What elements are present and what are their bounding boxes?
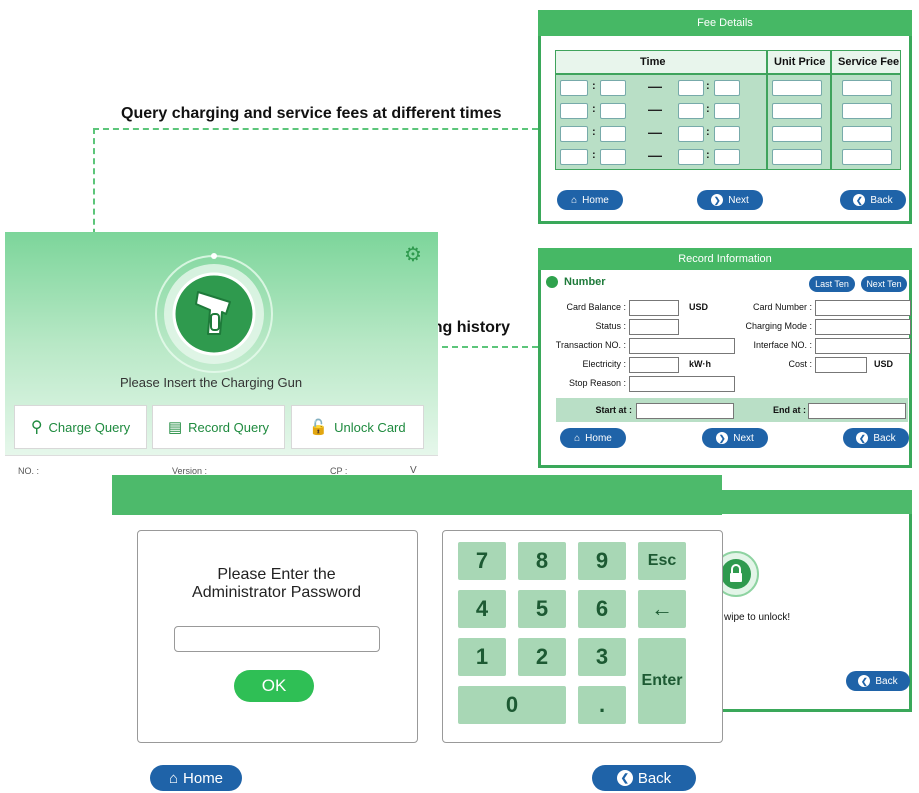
charging-mode-field[interactable]	[815, 319, 911, 335]
back-icon: ❮	[856, 432, 869, 444]
back-icon: ❮	[853, 194, 866, 206]
key-6[interactable]: 6	[578, 590, 626, 628]
history-icon: ▤	[167, 419, 183, 436]
charge-query-button[interactable]: ⚲ Charge Query	[14, 405, 147, 449]
status-field[interactable]	[629, 319, 679, 335]
end-min-input[interactable]	[714, 80, 740, 96]
fee-query-annotation: Query charging and service fees at diffe…	[121, 105, 502, 122]
key-8[interactable]: 8	[518, 542, 566, 580]
list-icon	[546, 276, 558, 288]
key-dot[interactable]: .	[578, 686, 626, 724]
password-home-button[interactable]: ⌂ Home	[150, 765, 242, 791]
key-9[interactable]: 9	[578, 542, 626, 580]
fee-next-button[interactable]: ❯ Next	[697, 190, 763, 210]
unlock-card-button[interactable]: 🔓 Unlock Card	[291, 405, 424, 449]
password-prompt-line1: Please Enter the	[217, 566, 336, 583]
gear-icon[interactable]: ⚙	[403, 245, 423, 265]
record-next-button[interactable]: ❯ Next	[702, 428, 768, 448]
electricity-label: Electricity :	[582, 359, 626, 369]
key-enter[interactable]: Enter	[638, 638, 686, 724]
key-2[interactable]: 2	[518, 638, 566, 676]
fee-home-button[interactable]: ⌂ Home	[557, 190, 623, 210]
transaction-no-label: Transaction NO. :	[555, 340, 626, 350]
last-ten-button[interactable]: Last Ten	[809, 276, 855, 292]
ok-button[interactable]: OK	[234, 670, 314, 702]
record-query-button[interactable]: ▤ Record Query	[152, 405, 285, 449]
stop-reason-field[interactable]	[629, 376, 735, 392]
password-back-button[interactable]: ❮ Back	[592, 765, 696, 791]
end-at-label: End at :	[773, 405, 806, 415]
password-header	[112, 475, 722, 515]
swipe-unlock-text: wipe to unlock!	[724, 612, 791, 623]
unit-price-input[interactable]	[772, 80, 822, 96]
service-fee-input[interactable]	[842, 80, 892, 96]
search-icon: ⚲	[30, 419, 43, 436]
start-hour-input[interactable]	[560, 80, 588, 96]
col-time: Time	[640, 56, 666, 68]
key-5[interactable]: 5	[518, 590, 566, 628]
col-unit-price: Unit Price	[774, 56, 826, 68]
card-balance-label: Card Balance :	[566, 302, 626, 312]
key-4[interactable]: 4	[458, 590, 506, 628]
transaction-no-field[interactable]	[629, 338, 735, 354]
interface-no-label: Interface NO. :	[753, 340, 812, 350]
cost-label: Cost :	[788, 359, 812, 369]
fee-back-button[interactable]: ❮ Back	[840, 190, 906, 210]
start-min-input[interactable]	[600, 80, 626, 96]
cost-field[interactable]	[815, 357, 867, 373]
electricity-field[interactable]	[629, 357, 679, 373]
next-icon: ❯	[711, 194, 724, 206]
record-info-title: Record Information	[538, 248, 912, 270]
next-icon: ❯	[716, 432, 729, 444]
col-service-fee: Service Fee	[838, 56, 900, 68]
home-icon: ⌂	[571, 194, 578, 206]
password-prompt-line2: Administrator Password	[192, 584, 361, 601]
key-7[interactable]: 7	[458, 542, 506, 580]
fee-details-title: Fee Details	[538, 10, 912, 36]
card-number-label: Card Number :	[752, 302, 812, 312]
status-label: Status :	[595, 321, 626, 331]
fee-connector-h	[93, 128, 538, 130]
insert-gun-prompt: Please Insert the Charging Gun	[120, 375, 303, 390]
key-1[interactable]: 1	[458, 638, 506, 676]
unlock-icon: 🔓	[309, 419, 329, 436]
charging-mode-label: Charging Mode :	[745, 321, 812, 331]
unlock-header	[722, 490, 912, 514]
next-ten-button[interactable]: Next Ten	[861, 276, 907, 292]
unlock-back-button[interactable]: ❮ Back	[846, 671, 910, 691]
stop-reason-label: Stop Reason :	[568, 378, 626, 388]
end-at-field[interactable]	[808, 403, 906, 419]
password-input[interactable]	[174, 626, 380, 652]
card-number-field[interactable]	[815, 300, 911, 316]
card-balance-field[interactable]	[629, 300, 679, 316]
record-home-button[interactable]: ⌂ Home	[560, 428, 626, 448]
key-3[interactable]: 3	[578, 638, 626, 676]
back-icon: ❮	[616, 770, 633, 786]
charging-gun-graphic	[155, 253, 273, 373]
home-icon: ⌂	[168, 769, 179, 787]
number-heading: Number	[546, 276, 606, 288]
key-esc[interactable]: Esc	[638, 542, 686, 580]
record-back-button[interactable]: ❮ Back	[843, 428, 909, 448]
start-at-field[interactable]	[636, 403, 734, 419]
interface-no-field[interactable]	[815, 338, 911, 354]
back-icon: ❮	[858, 675, 871, 687]
key-backspace[interactable]: ←	[638, 590, 686, 628]
end-hour-input[interactable]	[678, 80, 704, 96]
no-label: NO. :	[18, 466, 40, 476]
start-at-label: Start at :	[595, 405, 632, 415]
key-0[interactable]: 0	[458, 686, 566, 724]
home-icon: ⌂	[574, 432, 581, 444]
